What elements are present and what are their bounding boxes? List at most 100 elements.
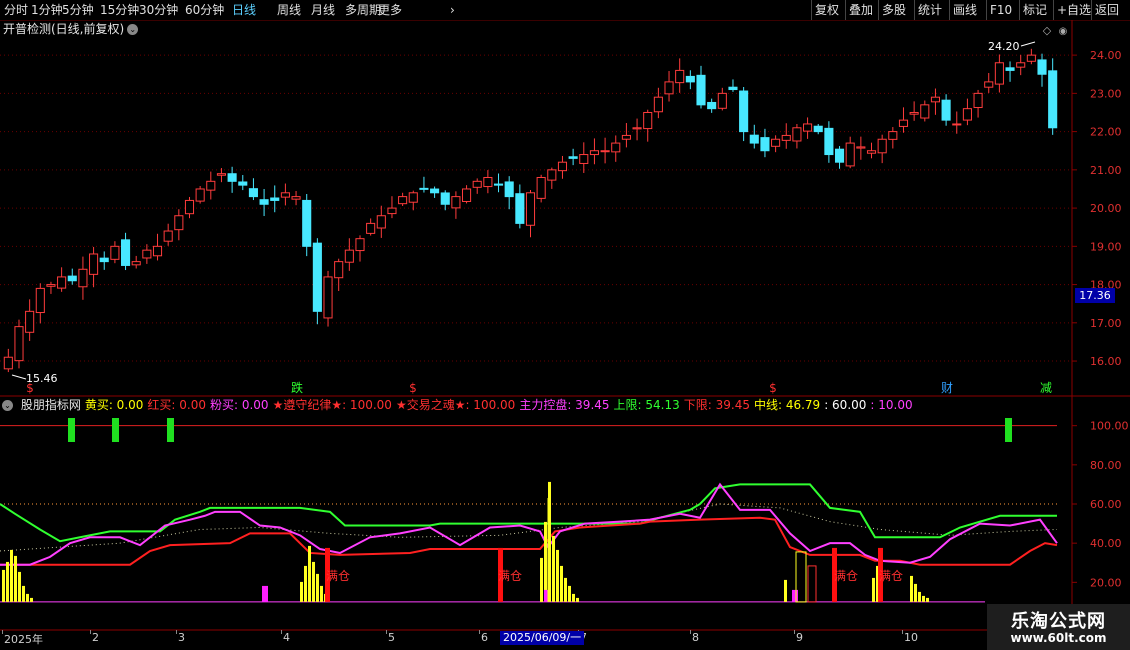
price-tick-label: 19.00 [1090,240,1122,253]
chart-marker: 财 [941,381,953,395]
histogram-bar [872,577,875,602]
candle-body [259,199,269,205]
chart-canvas: 24.0023.0022.0021.0020.0019.0018.0017.00… [0,20,1130,631]
histogram-bar [30,597,33,602]
time-label: 3 [178,631,185,644]
full-position-label: 满仓 [326,569,350,583]
signal-bar [68,418,75,442]
candle-body [707,101,717,110]
indicator-field-4: ★交易之魂★: 100.00 [395,398,516,412]
histogram-bar [26,593,29,602]
time-tick [902,630,903,634]
candle-body [856,146,866,149]
indicator-field-3: ★遵守纪律★: 100.00 [272,398,392,412]
candle-body [334,261,344,279]
candle-body [419,187,429,190]
candle-body [877,138,887,154]
candle-body [941,99,951,121]
candle-body [920,104,930,119]
candle-body [547,169,557,181]
candle-body [1048,70,1058,129]
candle-body [280,192,290,198]
candle-body [728,86,738,91]
chart-marker: $ [26,381,34,395]
time-label: 8 [692,631,699,644]
candle-body [771,138,781,147]
candle-body [344,249,354,263]
histogram-bar [576,597,579,602]
candle-body [57,276,67,289]
time-label: 10 [904,631,918,644]
candle-body [909,111,919,115]
time-tick [479,630,480,634]
candle-body [46,284,56,287]
histogram-bar [914,583,917,602]
time-label: 9 [796,631,803,644]
candle-body [792,127,802,142]
candle-body [302,199,312,247]
candle-body [206,180,216,191]
histogram-bar [918,591,921,602]
high-pointer [1020,41,1036,47]
time-tick [176,630,177,634]
candle-body [568,156,578,159]
ind-tick-label: 40.00 [1090,537,1122,550]
price-tick-label: 24.00 [1090,49,1122,62]
candle-body [504,181,514,198]
chevron-down-icon[interactable]: ⌄ [127,24,139,35]
candle-body [984,81,994,88]
watermark-title: 乐淘公式网 [1011,611,1106,632]
candle-body [994,62,1004,85]
watermark-url: www.60lt.com [1010,631,1107,645]
price-tick-label: 22.00 [1090,126,1122,139]
time-label: 5 [388,631,395,644]
histogram-bar [560,565,563,602]
full-position-label: 满仓 [879,569,903,583]
candle-body [824,127,834,156]
candle-body [99,257,109,263]
candle-body [834,148,845,163]
upper-line [0,483,1057,543]
indicator-field-2: 粉买: 0.00 [209,398,269,412]
candle-body [888,131,898,140]
candle-body [184,199,195,215]
candle-body [525,192,536,226]
candle-body [174,215,184,231]
candle-body [1016,62,1026,68]
candle-body [930,96,940,103]
candle-body [376,215,386,229]
candle-body [739,90,749,133]
lower-line [0,516,1058,566]
histogram-bar [910,575,913,602]
candle-body [14,326,24,362]
ind-tick-label: 20.00 [1090,576,1122,589]
histogram-bar [922,595,925,602]
price-tick-label: 23.00 [1090,87,1122,100]
candle-body [323,276,333,319]
candle-body [962,108,972,121]
candle-body [398,196,408,205]
candle-body [238,181,248,186]
candle-body [163,230,173,242]
candle-body [408,192,418,203]
candle-body [430,188,440,194]
candle-body [749,134,759,144]
chevron-down-icon[interactable]: ⌄ [2,400,13,411]
price-tick-label: 20.00 [1090,202,1122,215]
signal-bar [167,418,174,442]
time-label: 2 [92,631,99,644]
candle-body [685,75,695,83]
candle-body [493,183,504,186]
price-tick-label: 16.00 [1090,355,1122,368]
watermark: 乐淘公式网 www.60lt.com [987,604,1130,650]
candle-body [387,207,397,215]
candle-body [110,245,120,260]
candle-body [248,188,258,198]
candle-body [621,134,631,140]
last-price-tag: 17.36 [1075,288,1115,303]
time-label: 6 [481,631,488,644]
main-panel-title: 开普检测(日线,前复权) ⌄ [3,21,139,37]
candle-body [440,192,450,205]
candle-body [483,176,493,188]
histogram-bar [262,585,268,602]
